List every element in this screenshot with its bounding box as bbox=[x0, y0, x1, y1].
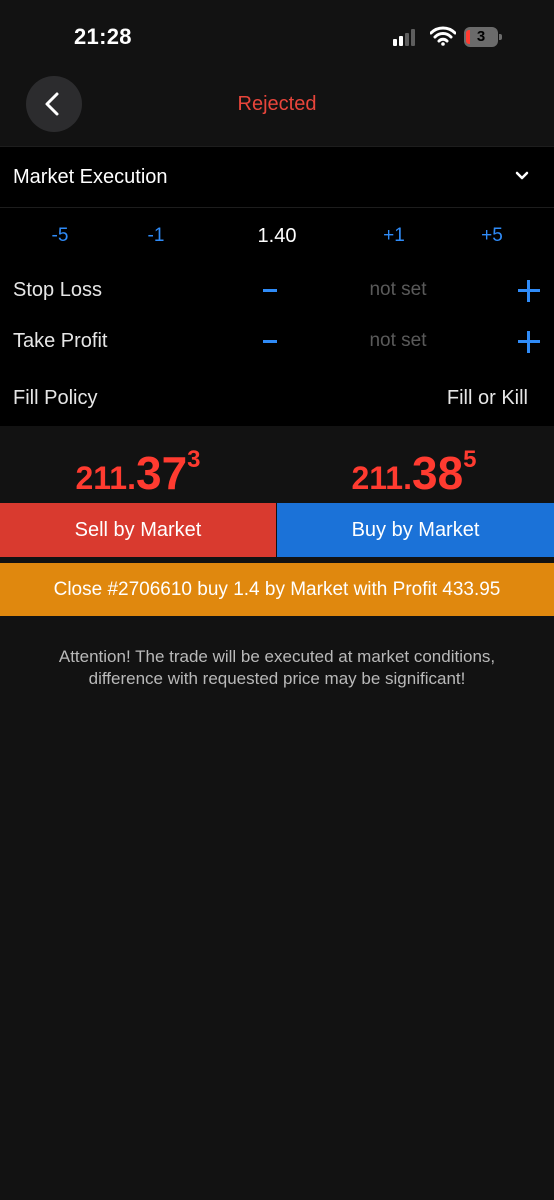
fill-policy-row[interactable]: Fill Policy Fill or Kill bbox=[0, 382, 554, 416]
sell-price-sup: 3 bbox=[187, 446, 201, 473]
volume-plus-5-button[interactable]: +5 bbox=[481, 225, 503, 247]
status-bar: 21:28 3 bbox=[0, 0, 554, 76]
fill-policy-value: Fill or Kill bbox=[446, 387, 528, 409]
buy-price-big: 38 bbox=[411, 447, 464, 499]
chevron-down-icon bbox=[515, 171, 529, 180]
sell-price-big: 37 bbox=[135, 447, 188, 499]
battery-icon: 3 bbox=[464, 27, 502, 47]
take-profit-decrease-button[interactable] bbox=[263, 340, 277, 343]
execution-type-select[interactable]: Market Execution bbox=[0, 146, 554, 208]
volume-value[interactable]: 1.40 bbox=[258, 225, 297, 248]
attention-text: Attention! The trade will be executed at… bbox=[58, 647, 496, 688]
nav-bar: Rejected bbox=[0, 76, 554, 146]
battery-level: 3 bbox=[476, 28, 486, 45]
order-panel: Market Execution -5 -1 1.40 +1 +5 Stop L… bbox=[0, 146, 554, 426]
take-profit-label: Take Profit bbox=[13, 330, 108, 352]
take-profit-increase-button[interactable] bbox=[518, 331, 540, 353]
stop-loss-increase-button[interactable] bbox=[518, 280, 540, 302]
execution-type-label: Market Execution bbox=[13, 166, 168, 188]
volume-minus-1-button[interactable]: -1 bbox=[148, 225, 165, 247]
buy-price-sup: 5 bbox=[463, 446, 477, 473]
buy-by-market-button[interactable]: Buy by Market bbox=[277, 503, 554, 557]
sell-price-base: 211. bbox=[75, 460, 136, 496]
signal-icon bbox=[393, 28, 419, 46]
status-time: 21:28 bbox=[74, 24, 132, 49]
buy-price-base: 211. bbox=[351, 460, 412, 496]
fill-policy-label: Fill Policy bbox=[13, 387, 98, 409]
sell-by-market-button[interactable]: Sell by Market bbox=[0, 503, 276, 557]
stop-loss-label: Stop Loss bbox=[13, 279, 102, 301]
volume-stepper: -5 -1 1.40 +1 +5 bbox=[0, 221, 554, 251]
volume-minus-5-button[interactable]: -5 bbox=[52, 225, 69, 247]
take-profit-value[interactable]: not set bbox=[369, 330, 426, 352]
stop-loss-decrease-button[interactable] bbox=[263, 289, 277, 292]
wifi-icon bbox=[430, 26, 456, 46]
sell-price: 211.373 bbox=[75, 446, 200, 500]
volume-plus-1-button[interactable]: +1 bbox=[383, 225, 405, 247]
close-position-button[interactable]: Close #2706610 buy 1.4 by Market with Pr… bbox=[0, 563, 554, 616]
stop-loss-value[interactable]: not set bbox=[369, 279, 426, 301]
stop-loss-row: Stop Loss not set bbox=[0, 274, 554, 308]
buy-price: 211.385 bbox=[351, 446, 476, 500]
page-title: Rejected bbox=[237, 93, 317, 115]
take-profit-row: Take Profit not set bbox=[0, 325, 554, 359]
